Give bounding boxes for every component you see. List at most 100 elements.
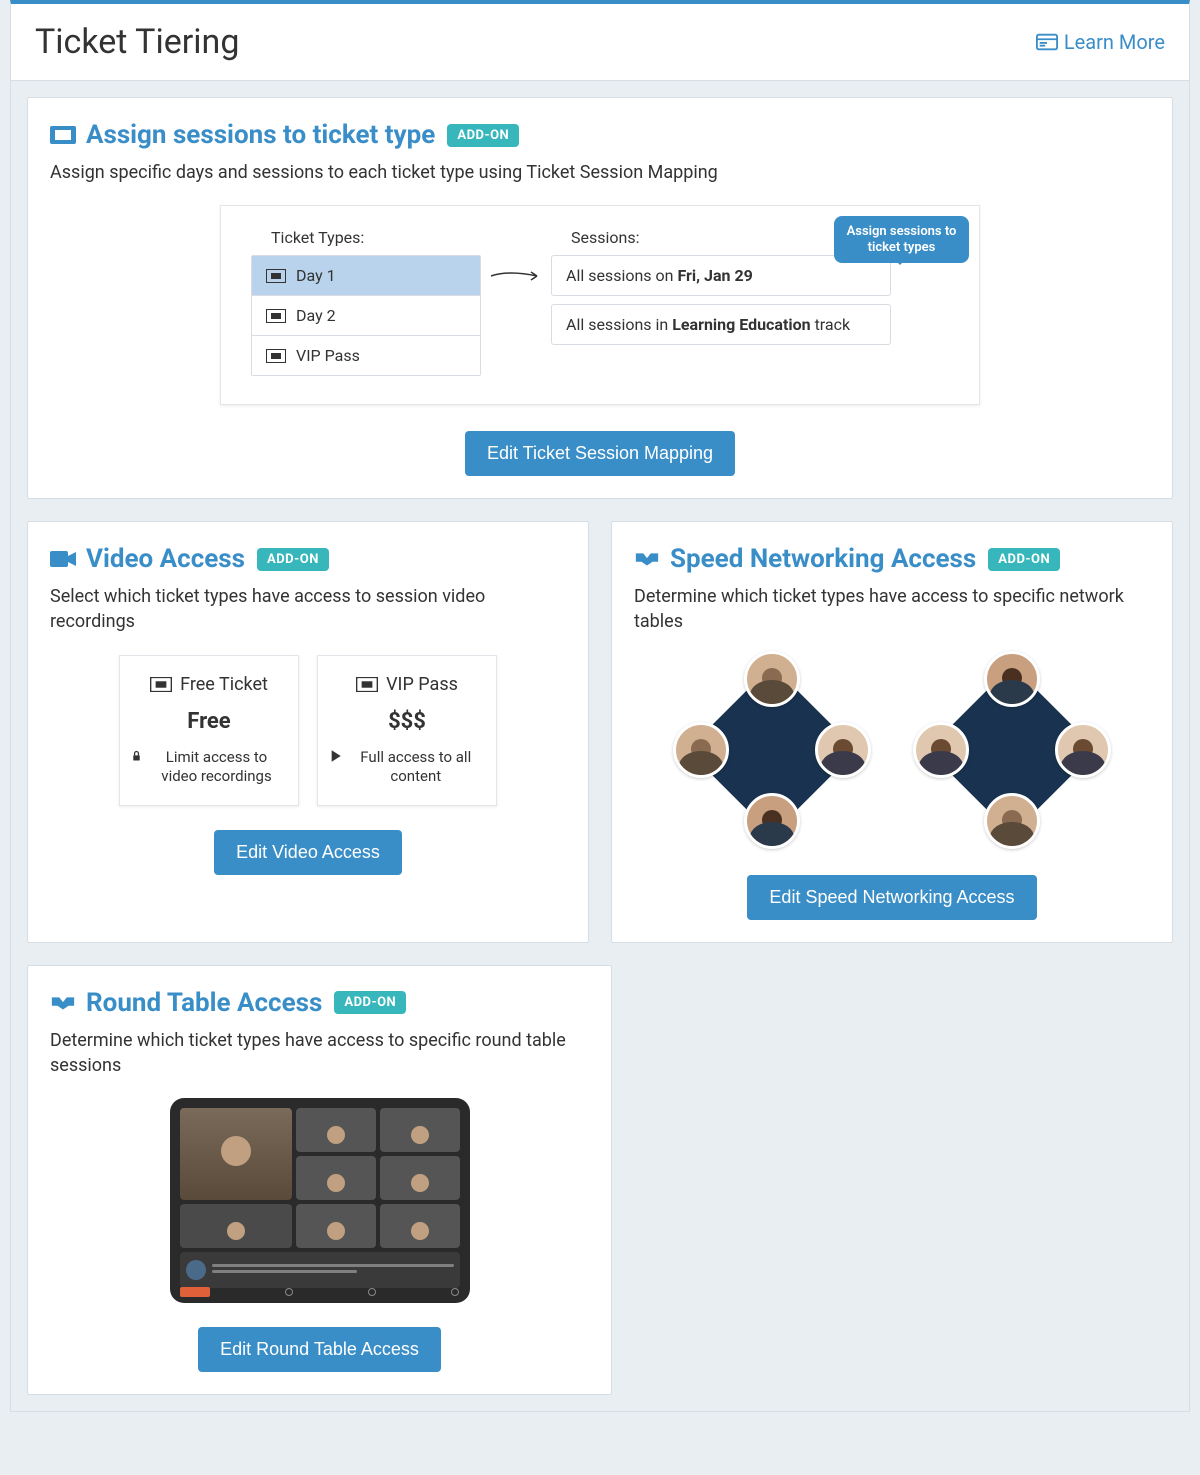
ticket-type-item: Day 1 <box>252 256 480 296</box>
ticket-note-text: Full access to all content <box>348 748 484 787</box>
ticket-note: Limit access to video recordings <box>132 748 286 787</box>
video-tile <box>296 1156 376 1200</box>
ticket-type-label: Day 1 <box>296 266 336 285</box>
empty-column <box>634 965 1173 1395</box>
addon-badge: ADD-ON <box>447 124 519 147</box>
ticket-types-list: Day 1 Day 2 VIP Pass <box>251 255 481 376</box>
avatar <box>815 722 871 778</box>
edit-speed-networking-button[interactable]: Edit Speed Networking Access <box>747 875 1036 920</box>
session-bold: Learning Education <box>672 315 810 334</box>
chat-text <box>212 1264 454 1276</box>
avatar <box>984 793 1040 849</box>
avatar <box>1055 722 1111 778</box>
edit-round-table-button[interactable]: Edit Round Table Access <box>198 1327 441 1372</box>
addon-badge: ADD-ON <box>334 991 406 1014</box>
session-text: track <box>811 315 851 334</box>
sessions-card: Assign sessions to ticket type ADD-ON As… <box>27 97 1173 499</box>
two-column-row: Video Access ADD-ON Select which ticket … <box>27 521 1173 942</box>
tablet-mockup <box>170 1098 470 1303</box>
ticket-note-text: Limit access to video recordings <box>147 748 286 787</box>
addon-badge: ADD-ON <box>988 548 1060 571</box>
ticket-types-label: Ticket Types: <box>251 228 481 247</box>
video-tile <box>296 1204 376 1248</box>
speed-card-desc: Determine which ticket types have access… <box>634 584 1150 634</box>
control-bar <box>180 1287 460 1297</box>
page-header: Ticket Tiering Learn More <box>11 4 1189 81</box>
video-card-title-text: Video Access <box>86 544 245 574</box>
ticket-type-item: Day 2 <box>252 296 480 336</box>
ticket-type-label: Day 2 <box>296 306 336 325</box>
body-area: Assign sessions to ticket type ADD-ON As… <box>11 81 1189 1411</box>
learn-more-label: Learn More <box>1064 30 1165 54</box>
control-icon <box>285 1288 293 1296</box>
sessions-card-desc: Assign specific days and sessions to eac… <box>50 160 1150 185</box>
card-title-row: Assign sessions to ticket type ADD-ON <box>50 120 1150 150</box>
avatar <box>673 722 729 778</box>
two-column-row: Round Table Access ADD-ON Determine whic… <box>27 965 1173 1395</box>
card-title-row: Round Table Access ADD-ON <box>50 988 589 1018</box>
control-icon <box>368 1288 376 1296</box>
session-text: All sessions in <box>566 315 672 334</box>
session-bold: Fri, Jan 29 <box>677 266 752 285</box>
ticket-card-vip: VIP Pass $$$ Full access to all content <box>317 655 497 806</box>
ticket-types-column: Ticket Types: Day 1 Day 2 VIP Pass <box>251 228 481 376</box>
video-tile <box>296 1108 376 1152</box>
main-panel: Ticket Tiering Learn More Assign session… <box>10 0 1190 1412</box>
edit-video-access-button[interactable]: Edit Video Access <box>214 830 402 875</box>
avatar <box>744 793 800 849</box>
ticket-type-label: VIP Pass <box>296 346 360 365</box>
session-item: All sessions in Learning Education track <box>551 304 891 345</box>
video-card-title: Video Access <box>50 544 245 574</box>
avatar <box>984 651 1040 707</box>
chat-row <box>180 1252 460 1288</box>
leave-button <box>180 1287 210 1297</box>
play-icon <box>330 748 342 764</box>
video-grid <box>180 1108 460 1248</box>
chat-avatar <box>186 1260 206 1280</box>
network-cluster <box>677 655 867 845</box>
avatar <box>913 722 969 778</box>
sessions-card-title: Assign sessions to ticket type <box>50 120 435 150</box>
video-tile <box>380 1156 460 1200</box>
video-tile <box>180 1204 292 1248</box>
speed-card-title: Speed Networking Access <box>634 544 976 574</box>
ticket-name: Free Ticket <box>180 674 268 695</box>
speed-networking-illustration <box>634 655 1150 845</box>
video-illustration: Free Ticket Free Limit access to video r… <box>50 655 566 806</box>
addon-badge: ADD-ON <box>257 548 329 571</box>
ticket-icon <box>266 349 286 363</box>
learn-more-link[interactable]: Learn More <box>1036 30 1165 54</box>
lock-icon <box>132 748 141 764</box>
round-card-title-text: Round Table Access <box>86 988 322 1018</box>
card-title-row: Video Access ADD-ON <box>50 544 566 574</box>
ticket-note: Full access to all content <box>330 748 484 787</box>
video-tile <box>180 1108 292 1200</box>
ticket-name-row: VIP Pass <box>330 674 484 695</box>
speed-card-title-text: Speed Networking Access <box>670 544 976 574</box>
video-tile <box>380 1108 460 1152</box>
handshake-icon <box>50 992 76 1014</box>
ticket-name: VIP Pass <box>386 674 458 695</box>
round-card-title: Round Table Access <box>50 988 322 1018</box>
avatar <box>744 651 800 707</box>
speed-networking-card: Speed Networking Access ADD-ON Determine… <box>611 521 1173 942</box>
ticket-card-free: Free Ticket Free Limit access to video r… <box>119 655 299 806</box>
round-table-illustration <box>50 1098 589 1303</box>
mapping-illustration: Ticket Types: Day 1 Day 2 VIP Pass <box>220 205 980 405</box>
round-card-desc: Determine which ticket types have access… <box>50 1028 589 1078</box>
ticket-icon <box>266 309 286 323</box>
ticket-icon <box>266 269 286 283</box>
ticket-icon <box>50 124 76 146</box>
speech-bubble: Assign sessions to ticket types <box>834 216 969 263</box>
network-cluster <box>917 655 1107 845</box>
ticket-type-item: VIP Pass <box>252 336 480 375</box>
round-table-card: Round Table Access ADD-ON Determine whic… <box>27 965 612 1395</box>
ticket-price: $$$ <box>330 709 484 734</box>
edit-session-mapping-button[interactable]: Edit Ticket Session Mapping <box>465 431 735 476</box>
card-title-row: Speed Networking Access ADD-ON <box>634 544 1150 574</box>
video-icon <box>50 548 76 570</box>
video-access-card: Video Access ADD-ON Select which ticket … <box>27 521 589 942</box>
arrow-icon <box>489 268 545 284</box>
session-text: All sessions on <box>566 266 677 285</box>
ticket-name-row: Free Ticket <box>132 674 286 695</box>
